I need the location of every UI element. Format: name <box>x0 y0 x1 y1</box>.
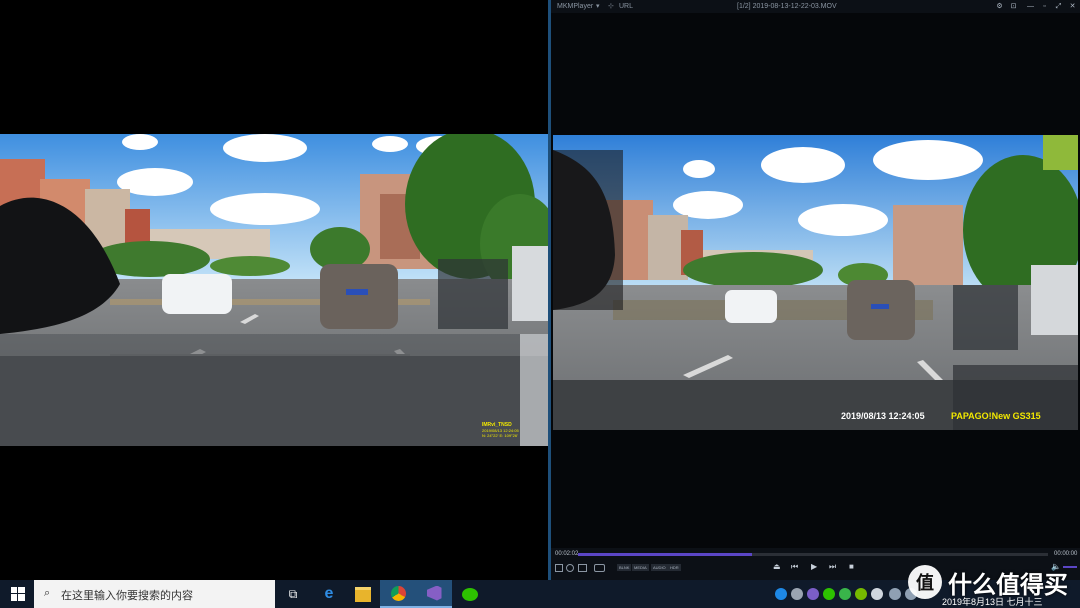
close-icon[interactable]: ✕ <box>1068 2 1077 11</box>
start-button[interactable] <box>0 580 36 608</box>
search-placeholder: 在这里输入你要搜索的内容 <box>61 590 193 602</box>
tray-network-icon[interactable] <box>889 588 901 600</box>
seek-bar-fill <box>578 553 752 556</box>
tag-media[interactable]: MEDIA <box>632 564 649 571</box>
tray-wechat-work-icon[interactable] <box>839 588 851 600</box>
play-icon[interactable]: ▶ <box>811 562 817 571</box>
fullscreen-icon[interactable]: ⤢ <box>1054 2 1063 11</box>
right-video-frame[interactable]: 2019/08/13 12:24:05 PAPAGO!New GS315 <box>553 135 1078 430</box>
left-video-frame[interactable]: IMRvi_TNSD 2019/08/13 12:24:05 N: 24°22'… <box>0 134 548 446</box>
url-menu[interactable]: URL <box>619 0 633 13</box>
left-video-player[interactable]: IMRvi_TNSD 2019/08/13 12:24:05 N: 24°22'… <box>0 0 548 580</box>
watermark-text: 什么值得买 <box>948 571 1068 599</box>
open-file-icon[interactable] <box>555 564 563 572</box>
minimize-icon[interactable]: — <box>1026 2 1035 11</box>
visual-studio-icon[interactable] <box>416 580 452 608</box>
watermark: 值 什么值得买 <box>908 562 1068 602</box>
playlist-icon[interactable] <box>578 564 587 572</box>
taskbar-search-box[interactable]: ⌕ 在这里输入你要搜索的内容 <box>34 580 275 608</box>
tag-hdr[interactable]: HDR <box>668 564 681 571</box>
left-osd-line-2: N: 24°22' E: 109°26' <box>482 433 518 438</box>
pin-icon[interactable]: ⊹ <box>608 0 614 13</box>
maximize-icon[interactable]: ▫ <box>1040 2 1049 11</box>
next-icon[interactable]: ⏭ <box>829 562 836 572</box>
search-icon: ⌕ <box>44 587 51 599</box>
tray-app-icon-2[interactable] <box>791 588 803 600</box>
tag-blnk[interactable]: BLNK <box>617 564 632 571</box>
time-total: 00:00:00 <box>1054 551 1078 557</box>
right-osd-timestamp: 2019/08/13 12:24:05 <box>841 411 925 421</box>
player-titlebar[interactable]: MKMPlayer ▾ ⊹ URL [1/2] 2019-08-13-12-22… <box>551 0 1080 13</box>
chrome-icon[interactable] <box>380 580 416 608</box>
edge-icon[interactable]: e <box>311 580 347 608</box>
tray-app-icon-3[interactable] <box>807 588 819 600</box>
time-elapsed: 00:02:02 <box>555 551 579 557</box>
wechat-icon[interactable] <box>452 580 488 608</box>
tag-audio[interactable]: AUDIO <box>651 564 668 571</box>
stop-icon[interactable]: ■ <box>849 562 854 571</box>
vr-icon[interactable] <box>594 564 605 572</box>
settings-icon[interactable]: ⚙ <box>995 2 1004 11</box>
seek-bar[interactable] <box>578 553 1048 556</box>
app-name[interactable]: MKMPlayer <box>557 0 593 13</box>
watermark-logo: 值 <box>908 565 942 599</box>
right-osd-brand: PAPAGO!New GS315 <box>951 411 1041 421</box>
tray-nvidia-icon[interactable] <box>855 588 867 600</box>
eject-icon[interactable]: ⏏ <box>773 562 781 571</box>
left-dashcam-scene <box>0 134 548 446</box>
windows-logo-icon <box>11 587 25 601</box>
previous-icon[interactable]: ⏮ <box>791 562 798 572</box>
tray-wechat-icon[interactable] <box>823 588 835 600</box>
task-view-icon[interactable]: ⧉ <box>275 580 311 608</box>
window-title: [1/2] 2019-08-13-12-22-03.MOV <box>737 3 837 10</box>
tray-app-icon-1[interactable] <box>775 588 787 600</box>
menu-arrow-icon[interactable]: ▾ <box>596 0 600 13</box>
file-explorer-icon[interactable] <box>345 580 381 608</box>
right-dashcam-scene <box>553 135 1078 430</box>
capture-icon[interactable] <box>566 564 574 572</box>
tray-app-icon-4[interactable] <box>871 588 883 600</box>
pin-window-icon[interactable]: ⊡ <box>1009 2 1018 11</box>
